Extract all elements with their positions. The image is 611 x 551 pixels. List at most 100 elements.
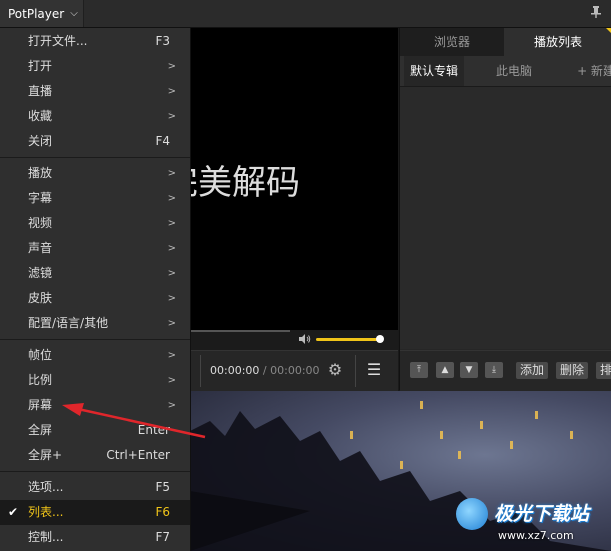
active-tab-marker: [606, 28, 611, 34]
menu-item-shortcut: F7: [155, 530, 170, 544]
menu-item-label: 直播: [28, 84, 53, 98]
menu-item-label: 全屏: [28, 423, 53, 437]
seek-track[interactable]: [190, 330, 290, 332]
menu-item-label: 收藏: [28, 109, 53, 123]
pin-icon[interactable]: [589, 5, 603, 21]
playlist-panel: 浏览器 播放列表 默认专辑 此电脑 + 新建 ⤒ ▲ ▼ ⤓ 添加 删除 排: [399, 28, 611, 391]
divider: [200, 355, 201, 387]
menu-item[interactable]: 比例 >: [0, 368, 190, 393]
playlist-list[interactable]: [400, 87, 611, 349]
menu-item[interactable]: 打开文件... F3: [0, 29, 190, 54]
checkmark-icon: ✔: [8, 505, 19, 519]
context-menu: 打开文件... F3 打开 > 直播 > 收藏 > 关闭 F4 播放 > 字幕 > 视频 > 声音 > 滤镜 > 皮肤 >…: [0, 28, 191, 551]
submenu-arrow-icon: >: [167, 350, 176, 361]
menu-item-shortcut: Ctrl+Enter: [106, 448, 170, 462]
menu-item-shortcut: Enter: [137, 423, 170, 437]
menu-item-label: 配置/语言/其他: [28, 316, 109, 330]
volume-icon[interactable]: [298, 333, 312, 347]
menu-separator: [0, 157, 190, 158]
menu-item-label: 控制...: [28, 530, 64, 544]
submenu-arrow-icon: >: [167, 268, 176, 279]
tab-new-album[interactable]: + 新建: [566, 56, 611, 86]
tab-this-pc[interactable]: 此电脑: [478, 56, 550, 86]
app-menu-button[interactable]: PotPlayer ⌵: [0, 0, 84, 27]
menu-item[interactable]: 收藏 >: [0, 104, 190, 129]
menu-item[interactable]: 屏幕 >: [0, 393, 190, 418]
move-top-icon[interactable]: ⤒: [410, 362, 428, 378]
menu-item-label: 选项...: [28, 480, 64, 494]
menu-item-label: 打开文件...: [28, 34, 88, 48]
watermark-logo-icon: [456, 498, 488, 530]
album-tabs: 默认专辑 此电脑 + 新建: [400, 56, 611, 87]
menu-item[interactable]: 滤镜 >: [0, 261, 190, 286]
volume-knob[interactable]: [376, 335, 384, 343]
volume-slider[interactable]: [316, 338, 380, 341]
tab-browser[interactable]: 浏览器: [400, 28, 504, 56]
hamburger-menu-icon[interactable]: ☰: [365, 361, 383, 379]
menu-item-label: 关闭: [28, 134, 53, 148]
submenu-arrow-icon: >: [167, 61, 176, 72]
app-name: PotPlayer: [8, 6, 65, 21]
watermark-url: www.xz7.com: [498, 529, 574, 542]
sort-button[interactable]: 排: [596, 362, 611, 379]
playlist-toolbar: ⤒ ▲ ▼ ⤓ 添加 删除 排: [400, 350, 611, 391]
menu-item-label: 打开: [28, 59, 53, 73]
menu-item-shortcut: F3: [155, 34, 170, 48]
tab-default-album[interactable]: 默认专辑: [404, 56, 464, 86]
watermark-title: 极光下载站: [494, 503, 590, 525]
menu-item[interactable]: 直播 >: [0, 79, 190, 104]
menu-item-shortcut: F6: [155, 505, 170, 519]
menu-item[interactable]: 全屏 Enter: [0, 418, 190, 443]
seek-bar[interactable]: [190, 330, 398, 350]
menu-item[interactable]: 皮肤 >: [0, 286, 190, 311]
menu-item[interactable]: 播放 >: [0, 161, 190, 186]
time-separator: /: [262, 364, 267, 377]
video-overlay-text: 完美解码: [190, 163, 300, 203]
move-bottom-icon[interactable]: ⤓: [485, 362, 503, 378]
tab-playlist[interactable]: 播放列表: [504, 28, 611, 56]
submenu-arrow-icon: >: [167, 86, 176, 97]
submenu-arrow-icon: >: [167, 375, 176, 386]
menu-separator: [0, 339, 190, 340]
submenu-arrow-icon: >: [167, 193, 176, 204]
submenu-arrow-icon: >: [167, 218, 176, 229]
menu-item-label: 声音: [28, 241, 53, 255]
add-button[interactable]: 添加: [516, 362, 549, 379]
submenu-arrow-icon: >: [167, 168, 176, 179]
menu-item[interactable]: ✔ 列表... F6: [0, 500, 190, 525]
submenu-arrow-icon: >: [167, 400, 176, 411]
menu-item-label: 比例: [28, 373, 53, 387]
menu-item[interactable]: 控制... F7: [0, 525, 190, 550]
divider: [355, 355, 356, 387]
move-up-icon[interactable]: ▲: [436, 362, 454, 378]
menu-item-label: 字幕: [28, 191, 53, 205]
menu-item[interactable]: 帧位 >: [0, 343, 190, 368]
submenu-arrow-icon: >: [167, 243, 176, 254]
menu-item[interactable]: 视频 >: [0, 211, 190, 236]
move-down-icon[interactable]: ▼: [460, 362, 478, 378]
total-time: 00:00:00: [270, 364, 320, 377]
menu-item[interactable]: 打开 >: [0, 54, 190, 79]
menu-item-label: 列表...: [28, 505, 64, 519]
menu-item[interactable]: 字幕 >: [0, 186, 190, 211]
menu-item-label: 全屏+: [28, 448, 63, 462]
menu-item-shortcut: F4: [155, 134, 170, 148]
title-bar: PotPlayer ⌵: [0, 0, 611, 28]
delete-button[interactable]: 删除: [556, 362, 589, 379]
menu-item[interactable]: 关闭 F4: [0, 129, 190, 154]
gear-icon[interactable]: ⚙: [326, 361, 344, 379]
submenu-arrow-icon: >: [167, 318, 176, 329]
panel-tabs: 浏览器 播放列表: [400, 28, 611, 56]
menu-item-label: 帧位: [28, 348, 53, 362]
menu-item[interactable]: 配置/语言/其他 >: [0, 311, 190, 336]
menu-item-label: 屏幕: [28, 398, 53, 412]
video-area[interactable]: 完美解码: [190, 28, 398, 330]
current-time: 00:00:00: [210, 364, 260, 377]
submenu-arrow-icon: >: [167, 111, 176, 122]
menu-item-label: 播放: [28, 166, 53, 180]
control-bar: 00:00:00 / 00:00:00 ⚙ ☰: [190, 350, 398, 391]
menu-item[interactable]: 声音 >: [0, 236, 190, 261]
menu-item[interactable]: 选项... F5: [0, 475, 190, 500]
submenu-arrow-icon: >: [167, 293, 176, 304]
menu-item[interactable]: 全屏+ Ctrl+Enter: [0, 443, 190, 468]
